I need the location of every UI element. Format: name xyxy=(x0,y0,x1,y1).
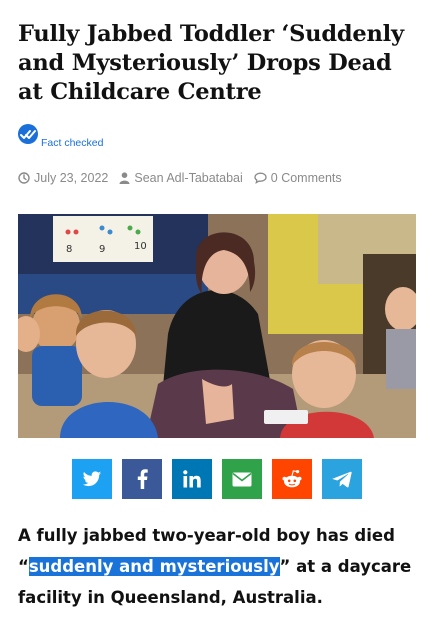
article-lead: A fully jabbed two-year-old boy has died… xyxy=(18,520,418,613)
share-bar xyxy=(72,459,372,499)
featured-image: 8 9 10 xyxy=(18,214,416,438)
linkedin-in-icon xyxy=(183,470,201,488)
post-meta: July 23, 2022 Sean Adl-Tabatabai 0 Comme… xyxy=(18,171,353,185)
fact-check-icon xyxy=(18,124,38,144)
facebook-f-icon xyxy=(137,469,148,489)
envelope-icon xyxy=(232,472,252,486)
share-facebook-button[interactable] xyxy=(122,459,162,499)
post-comments-link[interactable]: 0 Comments xyxy=(271,171,342,185)
chart-number-8: 8 xyxy=(66,244,72,255)
post-author: Sean Adl-Tabatabai xyxy=(119,171,243,185)
post-author-link[interactable]: Sean Adl-Tabatabai xyxy=(134,171,242,185)
featured-image-illustration: 8 9 10 xyxy=(18,214,416,438)
comment-icon xyxy=(254,172,267,184)
share-linkedin-button[interactable] xyxy=(172,459,212,499)
reddit-alien-icon xyxy=(282,470,302,488)
post-date: July 23, 2022 xyxy=(18,171,108,185)
share-email-button[interactable] xyxy=(222,459,262,499)
post-date-text[interactable]: July 23, 2022 xyxy=(34,171,108,185)
twitter-bird-icon xyxy=(82,470,102,486)
share-twitter-button[interactable] xyxy=(72,459,112,499)
clock-icon xyxy=(18,172,30,184)
chart-number-9: 9 xyxy=(99,244,105,255)
chart-number-10: 10 xyxy=(134,241,147,252)
highlighted-phrase: suddenly and mysteriously xyxy=(28,557,280,576)
paper-plane-icon xyxy=(332,471,352,487)
article-title: Fully Jabbed Toddler ‘Suddenly and Myste… xyxy=(18,21,404,105)
fact-check-badge[interactable]: Fact checked xyxy=(18,124,103,149)
share-reddit-button[interactable] xyxy=(272,459,312,499)
user-icon xyxy=(119,172,130,184)
share-telegram-button[interactable] xyxy=(322,459,362,499)
post-comments: 0 Comments xyxy=(254,171,342,185)
fact-check-label[interactable]: Fact checked xyxy=(41,137,103,149)
